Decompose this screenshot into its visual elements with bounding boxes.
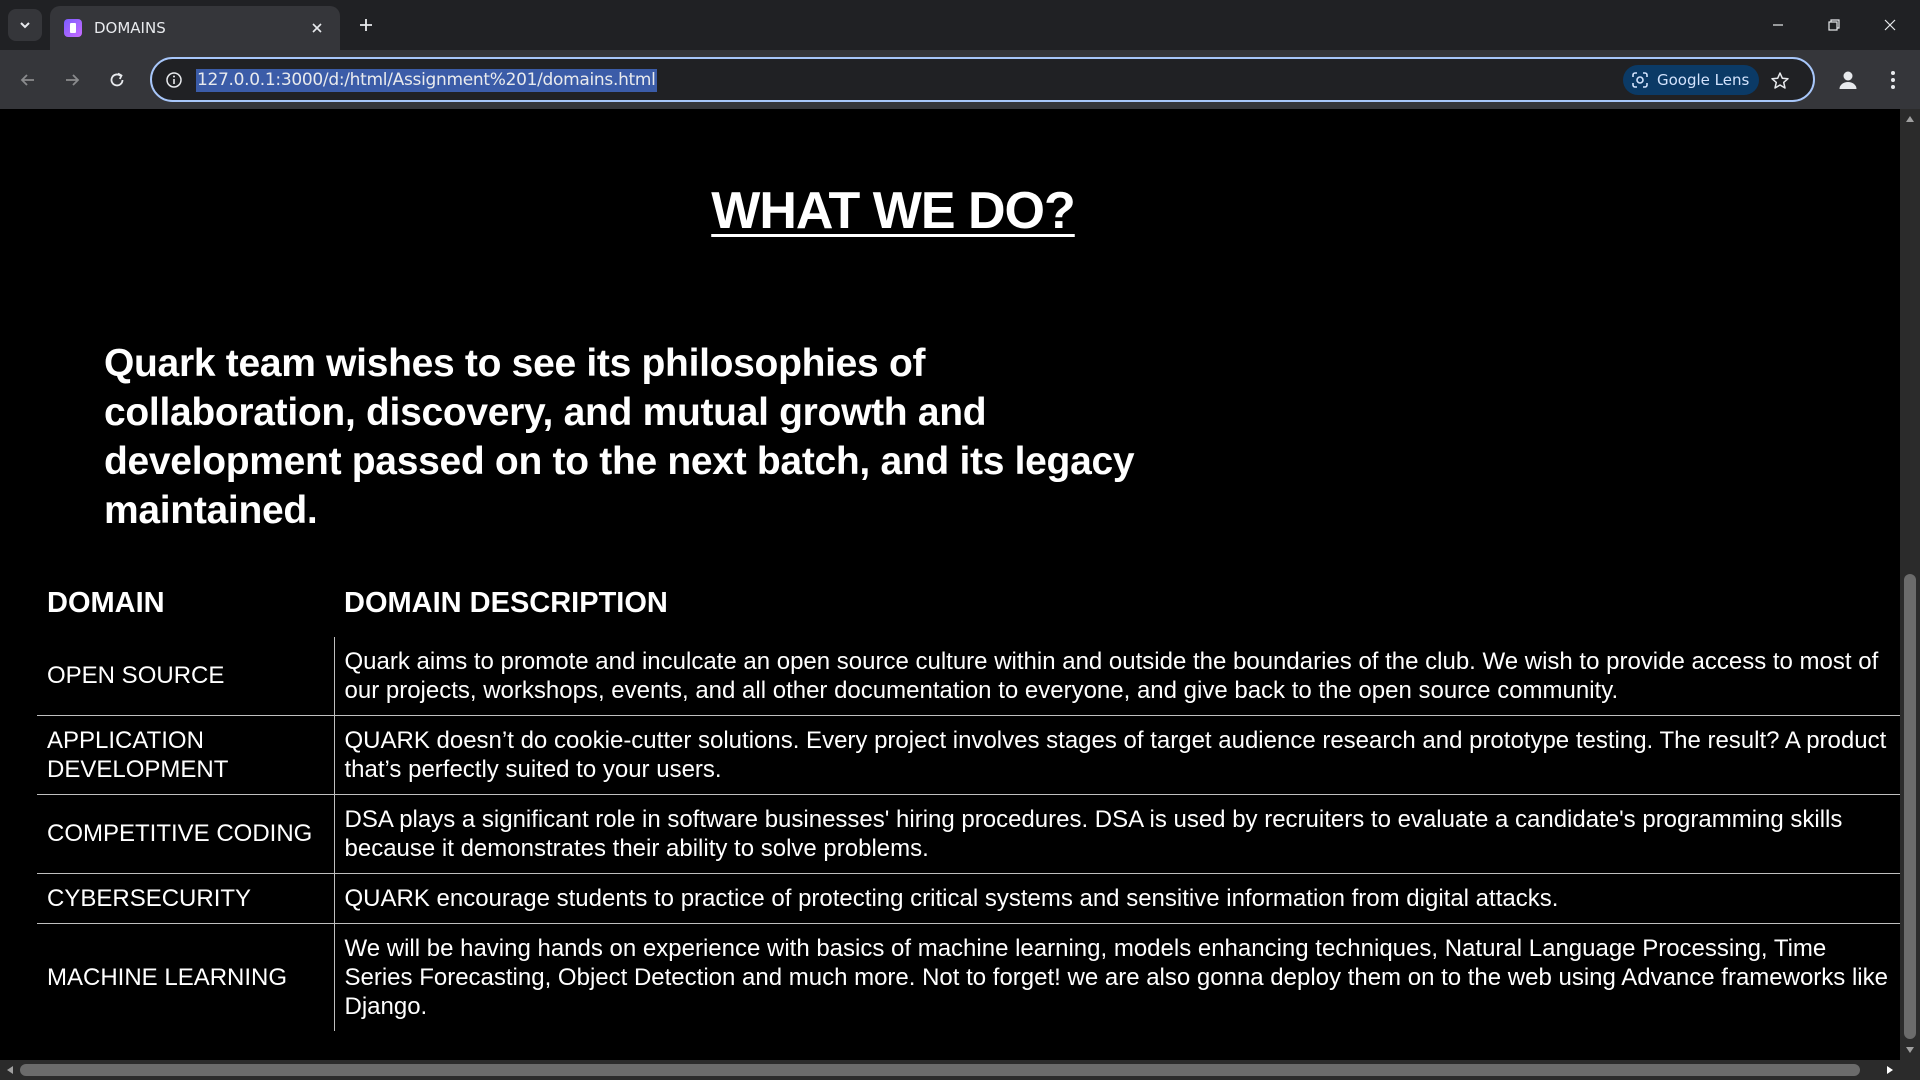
minimize-icon bbox=[1773, 24, 1783, 26]
vertical-scroll-thumb[interactable] bbox=[1904, 574, 1916, 1039]
info-icon bbox=[166, 72, 182, 88]
window-close-button[interactable] bbox=[1862, 0, 1918, 50]
reload-button[interactable] bbox=[100, 63, 134, 97]
google-lens-label: Google Lens bbox=[1657, 71, 1750, 89]
table-row: CYBERSECURITY QUARK encourage students t… bbox=[37, 872, 1900, 923]
tab-title: DOMAINS bbox=[94, 19, 166, 37]
browser-toolbar: 127.0.0.1:3000/d:/html/Assignment%201/do… bbox=[0, 50, 1920, 109]
table-row: OPEN SOURCE Quark aims to promote and in… bbox=[37, 637, 1900, 715]
scroll-left-arrow-icon[interactable] bbox=[4, 1064, 16, 1076]
page-viewport: WHAT WE DO? Quark team wishes to see its… bbox=[0, 109, 1900, 1060]
table-row: APPLICATION DEVELOPMENT QUARK doesn’t do… bbox=[37, 714, 1900, 794]
domain-name-cell: MACHINE LEARNING bbox=[37, 922, 335, 1031]
minimize-button[interactable] bbox=[1750, 0, 1806, 50]
kebab-menu-icon bbox=[1891, 71, 1895, 89]
arrow-left-icon bbox=[20, 74, 34, 86]
page-title: WHAT WE DO? bbox=[711, 182, 1076, 240]
domain-description-cell: QUARK encourage students to practice of … bbox=[334, 872, 1900, 923]
domain-description-cell: We will be having hands on experience wi… bbox=[334, 922, 1900, 1031]
restore-button[interactable] bbox=[1806, 0, 1862, 50]
domains-table: DOMAIN DOMAIN DESCRIPTION OPEN SOURCE Qu… bbox=[37, 579, 1900, 1031]
site-info-button[interactable] bbox=[162, 68, 186, 92]
domain-description-cell: QUARK doesn’t do cookie-cutter solutions… bbox=[334, 714, 1900, 794]
arrow-right-icon bbox=[66, 74, 80, 86]
table-row: COMPETITIVE CODING DSA plays a significa… bbox=[37, 793, 1900, 873]
domain-name-cell: APPLICATION DEVELOPMENT bbox=[37, 714, 335, 794]
profile-button[interactable] bbox=[1831, 63, 1865, 97]
intro-paragraph: Quark team wishes to see its philosophie… bbox=[104, 342, 1135, 532]
tab-strip: DOMAINS bbox=[0, 0, 1920, 50]
column-header-domain: DOMAIN bbox=[47, 586, 165, 619]
domain-name-cell: CYBERSECURITY bbox=[37, 872, 335, 923]
horizontal-scroll-thumb[interactable] bbox=[20, 1064, 1860, 1076]
new-tab-button[interactable] bbox=[352, 11, 380, 39]
active-tab[interactable]: DOMAINS bbox=[50, 6, 340, 50]
chevron-down-icon bbox=[20, 22, 30, 29]
forward-button[interactable] bbox=[55, 63, 89, 97]
scroll-right-arrow-icon[interactable] bbox=[1884, 1064, 1896, 1076]
domain-name-cell: COMPETITIVE CODING bbox=[37, 793, 335, 873]
domain-name-cell: OPEN SOURCE bbox=[37, 637, 335, 715]
close-icon bbox=[312, 23, 322, 33]
plus-icon bbox=[360, 19, 372, 31]
bookmark-button[interactable] bbox=[1766, 67, 1794, 95]
star-icon bbox=[1771, 72, 1789, 89]
address-bar[interactable]: 127.0.0.1:3000/d:/html/Assignment%201/do… bbox=[150, 57, 1815, 102]
tab-close-button[interactable] bbox=[306, 17, 328, 39]
person-icon bbox=[1839, 71, 1857, 89]
tab-search-button[interactable] bbox=[8, 9, 42, 41]
site-favicon-icon bbox=[64, 19, 82, 37]
domain-description-cell: DSA plays a significant role in software… bbox=[334, 793, 1900, 873]
horizontal-scrollbar[interactable] bbox=[0, 1060, 1900, 1080]
scroll-down-arrow-icon[interactable] bbox=[1904, 1044, 1916, 1056]
column-header-description: DOMAIN DESCRIPTION bbox=[344, 586, 668, 619]
google-lens-icon bbox=[1632, 72, 1648, 88]
close-icon bbox=[1884, 19, 1896, 31]
reload-icon bbox=[110, 72, 124, 87]
restore-icon bbox=[1828, 19, 1840, 31]
scroll-up-arrow-icon[interactable] bbox=[1904, 113, 1916, 125]
browser-menu-button[interactable] bbox=[1876, 63, 1910, 97]
url-text[interactable]: 127.0.0.1:3000/d:/html/Assignment%201/do… bbox=[196, 69, 657, 92]
scrollbar-corner bbox=[1900, 1060, 1920, 1080]
table-header-row: DOMAIN DOMAIN DESCRIPTION bbox=[37, 579, 1900, 637]
back-button[interactable] bbox=[11, 63, 45, 97]
vertical-scrollbar[interactable] bbox=[1900, 109, 1920, 1060]
domain-description-cell: Quark aims to promote and inculcate an o… bbox=[344, 647, 1879, 704]
google-lens-button[interactable]: Google Lens bbox=[1623, 65, 1760, 95]
table-row: MACHINE LEARNING We will be having hands… bbox=[37, 922, 1900, 1031]
